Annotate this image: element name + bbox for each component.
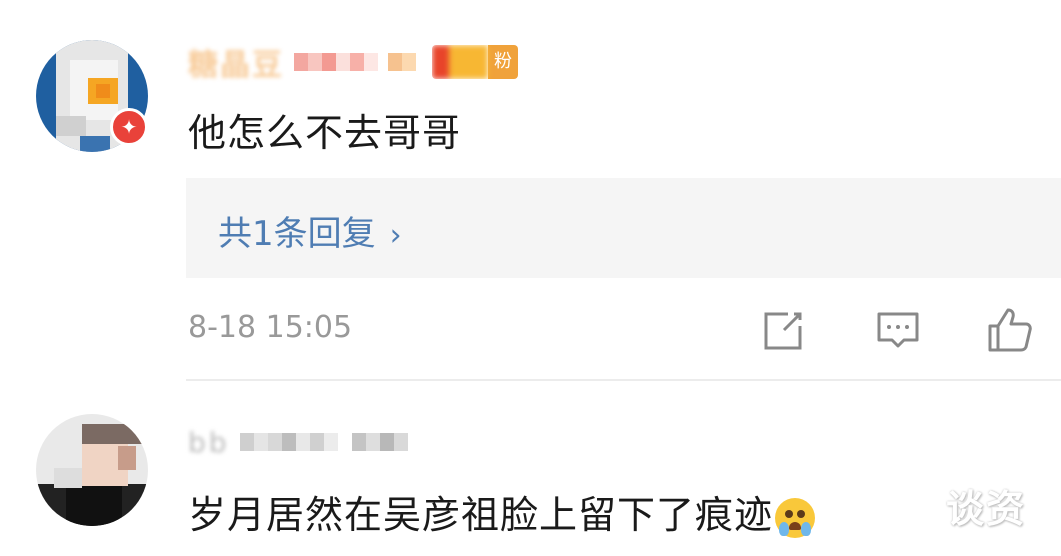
watermark: 谈资 <box>946 487 1027 531</box>
like-icon <box>988 308 1032 352</box>
username-row[interactable]: bb <box>188 424 408 460</box>
username-mosaic <box>294 53 416 71</box>
share-button[interactable] <box>760 306 808 354</box>
verified-badge-icon: ✦ <box>110 108 148 146</box>
comment-button[interactable] <box>874 306 922 354</box>
comment-text: 岁月居然在吴彦祖脸上留下了痕迹 <box>188 484 816 539</box>
chevron-right-icon: › <box>389 218 402 253</box>
comment-item: bb 岁月居然在吴彦祖脸上留下了痕迹 <box>0 380 1061 556</box>
avatar[interactable] <box>36 414 148 526</box>
comment-icon <box>877 312 919 348</box>
comment-item: ✦ 糖晶豆 粉 他怎么不去哥哥 共1条回复 › 8-18 15:05 <box>0 0 1061 381</box>
username[interactable]: bb <box>188 426 230 459</box>
view-replies-label: 共1条回复 <box>218 214 376 254</box>
timestamp: 8-18 15:05 <box>188 310 353 345</box>
like-button[interactable] <box>986 306 1034 354</box>
share-icon <box>764 312 802 350</box>
username-row[interactable]: 糖晶豆 粉 <box>188 40 518 84</box>
crying-face-emoji-icon <box>775 497 816 538</box>
username-mosaic <box>239 433 408 451</box>
username[interactable]: 糖晶豆 <box>188 40 284 84</box>
replies-panel[interactable]: 共1条回复 › <box>186 178 1061 278</box>
fan-badge: 粉 <box>432 45 518 79</box>
view-replies-link[interactable]: 共1条回复 › <box>218 206 402 255</box>
comment-text: 他怎么不去哥哥 <box>188 111 462 155</box>
fan-badge-label: 粉 <box>488 45 518 79</box>
comment-text-body: 岁月居然在吴彦祖脸上留下了痕迹 <box>188 493 774 537</box>
